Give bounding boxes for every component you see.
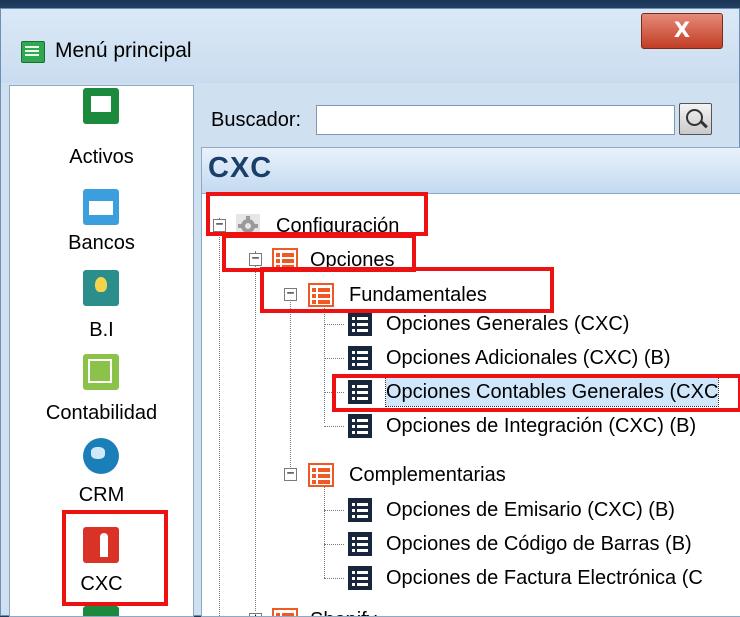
list-icon [348, 498, 372, 522]
list-icon [272, 248, 298, 272]
tree-node-label: Opciones de Integración (CXC) (B) [386, 415, 697, 437]
sidebar-item-crm[interactable]: CRM [10, 484, 193, 507]
chart-trend-icon[interactable] [83, 354, 119, 390]
tree-node-label: Complementarias [349, 464, 506, 486]
tree-node-shopify[interactable]: + Shopify [202, 606, 462, 616]
search-input[interactable] [316, 105, 675, 135]
sidebar-item-activos[interactable]: Activos [10, 146, 193, 169]
list-icon [308, 283, 334, 307]
list-icon [308, 463, 334, 487]
briefcase-icon[interactable] [83, 189, 119, 225]
tree-leaf-opciones-emisario[interactable]: Opciones de Emisario (CXC) (B) [202, 496, 740, 524]
tree-node-fundamentales[interactable]: − Fundamentales [202, 281, 502, 309]
close-button[interactable]: X [641, 13, 723, 49]
tree-node-label: Opciones de Código de Barras (B) [386, 533, 692, 555]
tree-node-label: Opciones de Factura Electrónica (C [386, 567, 703, 589]
cash-register-icon[interactable] [83, 88, 119, 124]
module-header: CXC [202, 148, 740, 194]
sidebar-item-cxc[interactable]: CXC [10, 573, 193, 596]
globe-icon[interactable] [83, 438, 119, 474]
tree-leaf-opciones-generales[interactable]: Opciones Generales (CXC) [202, 310, 740, 338]
tree-node-label: Opciones de Emisario (CXC) (B) [386, 499, 675, 521]
tree-node-label: Opciones Generales (CXC) [386, 313, 630, 335]
person-money-icon[interactable] [83, 527, 119, 563]
module-title: CXC [208, 152, 273, 184]
tree-node-complementarias[interactable]: − Complementarias [202, 461, 522, 489]
search-label: Buscador: [211, 109, 302, 131]
search-icon[interactable] [679, 103, 712, 135]
tree-leaf-opciones-integracion[interactable]: Opciones de Integración (CXC) (B) [202, 412, 740, 440]
list-icon [348, 346, 372, 370]
main-panel: Buscador: CXC − Configuración − Opciones… [199, 85, 740, 617]
tree-node-label: Opciones [310, 249, 395, 271]
tree-leaf-opciones-contables-generales[interactable]: Opciones Contables Generales (CXC [202, 377, 740, 407]
title-bar[interactable]: Menú principal X [1, 9, 739, 83]
tree-leaf-opciones-factura-electronica[interactable]: Opciones de Factura Electrónica (C [202, 564, 740, 592]
window-title: Menú principal [55, 39, 192, 62]
sidebar-item-bancos[interactable]: Bancos [10, 232, 193, 255]
app-menu-icon [21, 41, 45, 63]
list-icon [348, 566, 372, 590]
tree-line [324, 474, 325, 578]
list-icon [348, 312, 372, 336]
collapse-icon[interactable]: − [249, 252, 262, 266]
gear-icon [236, 214, 260, 238]
tree-node-opciones[interactable]: − Opciones [202, 246, 442, 274]
tree-node-label: Opciones Contables Generales (CXC [384, 377, 720, 407]
collapse-icon[interactable]: − [284, 467, 297, 481]
list-icon [348, 380, 372, 404]
lightbulb-icon[interactable] [83, 270, 119, 306]
tree-node-configuracion[interactable]: − Configuración [202, 212, 462, 240]
expand-icon[interactable]: + [249, 612, 262, 616]
tree-node-label: Shopify [310, 606, 377, 616]
collapse-icon[interactable]: − [213, 218, 226, 232]
next-module-icon[interactable] [83, 606, 119, 616]
tree-node-label: Fundamentales [349, 284, 487, 306]
list-icon [348, 414, 372, 438]
tree-leaf-opciones-codigo-barras[interactable]: Opciones de Código de Barras (B) [202, 530, 740, 558]
module-sidebar: Activos Bancos B.I Contabilidad CRM CXC [9, 85, 194, 617]
tree-node-label: Opciones Adicionales (CXC) (B) [386, 347, 671, 369]
tree-leaf-opciones-adicionales[interactable]: Opciones Adicionales (CXC) (B) [202, 344, 740, 372]
main-menu-window: Menú principal X Activos Bancos B.I Cont… [0, 8, 740, 617]
options-tree-panel: CXC − Configuración − Opciones − Fundame… [201, 147, 740, 617]
sidebar-item-bi[interactable]: B.I [10, 319, 193, 342]
sidebar-item-contabilidad[interactable]: Contabilidad [10, 402, 193, 425]
collapse-icon[interactable]: − [284, 287, 297, 301]
tree-node-label: Configuración [276, 215, 400, 237]
list-icon [348, 532, 372, 556]
